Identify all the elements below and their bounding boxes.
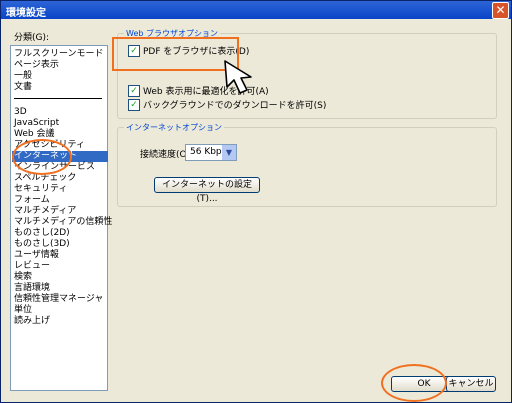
category-item[interactable]: マルチメディア (14, 206, 76, 217)
category-item[interactable]: 文書 (14, 82, 32, 93)
categories-label: 分類(G): (14, 33, 50, 43)
category-item[interactable]: Web 会議 (14, 129, 54, 140)
category-item[interactable]: ページ表示 (14, 60, 59, 71)
close-icon[interactable]: ✕ (492, 2, 509, 19)
checkmark-icon[interactable]: ✓ (128, 84, 140, 97)
connection-speed-value: 56 Kbps (190, 147, 227, 157)
highlight-oval-annotation (381, 364, 447, 402)
category-item[interactable]: マルチメディアの信頼性 (14, 217, 112, 228)
category-item[interactable]: レビュー (14, 261, 50, 272)
category-item[interactable]: 検索 (14, 272, 32, 283)
category-item[interactable]: 単位 (14, 305, 32, 316)
category-item[interactable]: JavaScript (14, 118, 59, 129)
category-item[interactable]: 言語環境 (14, 283, 50, 294)
mouse-pointer-icon (224, 60, 252, 94)
category-item[interactable]: フルスクリーンモード (14, 49, 104, 60)
category-item[interactable]: 一般 (14, 71, 32, 82)
highlight-oval-annotation (12, 139, 72, 175)
highlight-box-annotation (112, 37, 239, 71)
category-item[interactable]: ものさし(3D) (14, 239, 70, 250)
category-item[interactable]: 信頼性管理マネージャ (14, 294, 103, 305)
allow-background-download-label: バックグラウンドでのダウンロードを許可(S) (143, 101, 327, 111)
chevron-down-icon[interactable]: ▼ (222, 145, 236, 160)
category-item[interactable]: 読み上げ (14, 316, 50, 327)
category-item[interactable]: 3D (14, 107, 27, 118)
window-title: 環境設定 (6, 8, 46, 19)
internet-settings-button[interactable]: インターネットの設定(T)... (154, 177, 260, 204)
category-item[interactable]: ユーザ情報 (14, 250, 59, 261)
internet-options-group: インターネットオプション 接続速度(O): 56 Kbps ▼ インターネットの… (117, 122, 497, 207)
internet-options-title: インターネットオプション (124, 122, 224, 133)
categories-list[interactable]: フルスクリーンモード ページ表示 一般 文書 3D JavaScript Web… (10, 45, 112, 391)
connection-speed-select[interactable]: 56 Kbps ▼ (185, 144, 237, 161)
category-item[interactable]: フォーム (14, 195, 50, 206)
category-item[interactable]: ものさし(2D) (14, 228, 70, 239)
list-separator (14, 98, 102, 99)
preferences-window: 環境設定 ✕ 分類(G): フルスクリーンモード ページ表示 一般 文書 3D … (0, 0, 512, 403)
category-item[interactable]: セキュリティ (14, 184, 67, 195)
checkmark-icon[interactable]: ✓ (128, 98, 140, 111)
cancel-button[interactable]: キャンセル (446, 376, 496, 392)
title-bar[interactable]: 環境設定 ✕ (1, 1, 511, 19)
